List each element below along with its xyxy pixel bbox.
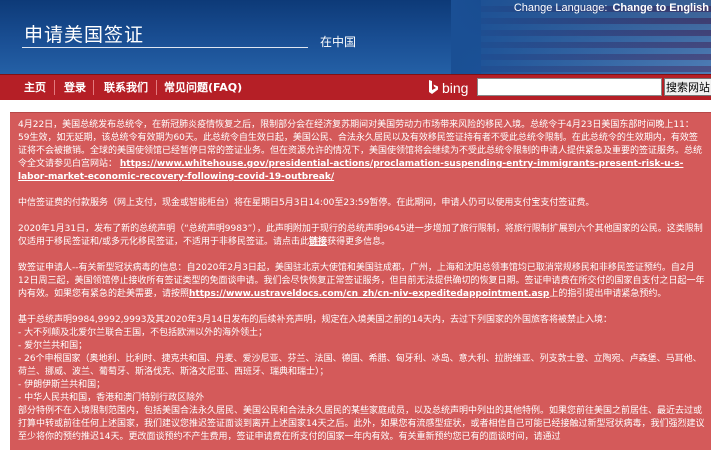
list-item: - 中华人民共和国，香港和澳门特别行政区除外 xyxy=(18,393,205,403)
notice-text: 上的指引提出申请紧急预约。 xyxy=(549,289,667,299)
language-bar: Change Language: Change to English xyxy=(514,0,711,16)
site-title: 申请美国签证 xyxy=(24,24,145,46)
bing-logo: bing xyxy=(428,78,468,97)
bing-label: bing xyxy=(442,79,469,96)
restriction-intro: 基于总统声明9984,9992,9993及其2020年3月14日发布的后续补充声… xyxy=(18,315,612,325)
nav-item-home[interactable]: 主页 xyxy=(24,75,46,100)
list-item: - 伊朗伊斯兰共和国； xyxy=(18,380,106,390)
language-label: Change Language: xyxy=(513,2,608,14)
bing-icon xyxy=(429,80,438,94)
search-button[interactable]: 搜索网站 xyxy=(664,78,711,96)
nav-item-login[interactable]: 登录 xyxy=(64,75,86,100)
notice-paragraph: 致签证申请人--有关新型冠状病毒的信息：自2020年2月3日起，美国驻北京大使馆… xyxy=(18,262,705,301)
change-language-link[interactable]: Change to English xyxy=(612,2,711,14)
notice-paragraph: 4月22日，美国总统发布总统令，在新冠肺炎疫情恢复之后，限制部分会在经济复苏期间… xyxy=(18,119,705,184)
list-item: - 爱尔兰共和国； xyxy=(18,341,88,351)
nav-item-contact[interactable]: 联系我们 xyxy=(104,75,148,100)
exceptions-text: 部分特例不在入境限制范围内，包括美国合法永久居民、美国公民和合法永久居民的某些家… xyxy=(18,406,705,442)
notice-text: 中信签证费的付款服务（网上支付，现金或智能柜台）将在星期日5月3日14:00至2… xyxy=(18,198,595,208)
list-item: - 26个申根国家（奥地利、比利时、捷克共和国、丹麦、爱沙尼亚、芬兰、法国、德国… xyxy=(18,354,702,377)
nav-separator xyxy=(54,80,55,95)
expedited-appointment-link[interactable]: https://www.ustraveldocs.com/cn_zh/cn-ni… xyxy=(189,289,549,299)
notice-text: 获得更多信息。 xyxy=(327,237,391,247)
title-divider xyxy=(22,47,308,48)
notice-paragraph: 中信签证费的付款服务（网上支付，现金或智能柜台）将在星期日5月3日14:00至2… xyxy=(18,197,705,210)
list-item: - 大不列颠及北爱尔兰联合王国，不包括欧洲以外的海外领土； xyxy=(18,328,268,338)
site-subtitle: 在中国 xyxy=(320,35,357,49)
nav-item-faq[interactable]: 常见问题(FAQ) xyxy=(164,75,242,100)
notice-paragraph: 2020年1月31日，发布了新的总统声明（“总统声明9983”），此声明附加于现… xyxy=(18,223,705,249)
more-info-link[interactable]: 链接 xyxy=(309,237,327,247)
nav-separator xyxy=(93,80,94,95)
search-input[interactable] xyxy=(477,78,662,96)
nav-separator xyxy=(156,80,157,95)
notice-panel: 4月22日，美国总统发布总统令，在新冠肺炎疫情恢复之后，限制部分会在经济复苏期间… xyxy=(10,112,711,450)
main-nav: 主页 登录 联系我们 常见问题(FAQ) bing 搜索网站 xyxy=(0,74,711,100)
whitehouse-link[interactable]: https://www.whitehouse.gov/presidential-… xyxy=(18,159,683,182)
restriction-section: 基于总统声明9984,9992,9993及其2020年3月14日发布的后续补充声… xyxy=(18,314,705,444)
site-header: Change Language: Change to English 申请美国签… xyxy=(0,0,711,74)
